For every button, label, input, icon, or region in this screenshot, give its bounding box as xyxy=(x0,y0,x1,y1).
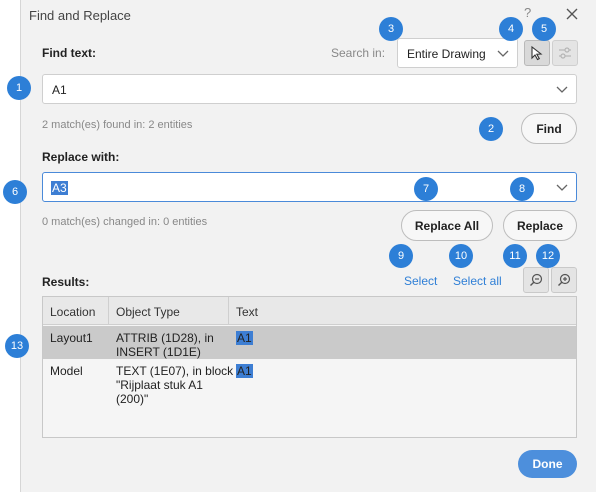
chevron-down-icon xyxy=(497,50,509,57)
cell-location: Layout1 xyxy=(50,331,93,345)
results-label: Results: xyxy=(42,275,90,289)
replace-button[interactable]: Replace xyxy=(503,210,577,241)
callout-marker: 3 xyxy=(379,17,403,41)
callout-marker: 5 xyxy=(532,17,556,41)
settings-sliders-icon xyxy=(559,47,571,59)
table-header: Location Object Type Text xyxy=(43,297,576,325)
callout-marker: 12 xyxy=(536,244,560,268)
callout-marker: 8 xyxy=(510,177,534,201)
replace-with-label: Replace with: xyxy=(42,150,120,164)
callout-marker: 1 xyxy=(7,76,31,100)
find-button[interactable]: Find xyxy=(521,113,577,144)
replace-with-value-wrap: A3 xyxy=(51,181,68,195)
column-divider[interactable] xyxy=(228,297,229,325)
dialog-title: Find and Replace xyxy=(29,8,131,23)
callout-marker: 13 xyxy=(5,334,29,358)
replace-with-input[interactable]: A3 xyxy=(42,172,577,202)
column-header-location[interactable]: Location xyxy=(50,305,95,319)
callout-marker: 9 xyxy=(389,244,413,268)
cell-object-type-line: (200)" xyxy=(116,392,149,406)
zoom-out-button[interactable] xyxy=(523,267,549,293)
zoom-out-icon xyxy=(530,273,543,286)
cell-text: A1 xyxy=(236,364,253,378)
column-divider[interactable] xyxy=(108,297,109,325)
zoom-in-button[interactable] xyxy=(551,267,577,293)
search-in-value: Entire Drawing xyxy=(407,47,486,61)
zoom-in-icon xyxy=(558,273,571,286)
select-link[interactable]: Select xyxy=(404,274,437,288)
replace-with-value: A3 xyxy=(51,181,68,195)
column-header-text[interactable]: Text xyxy=(236,305,258,319)
search-in-dropdown[interactable]: Entire Drawing xyxy=(397,38,518,68)
cell-text: A1 xyxy=(236,331,253,345)
table-row[interactable]: Layout1 ATTRIB (1D28), in INSERT (1D1E) … xyxy=(43,326,576,359)
callout-marker: 6 xyxy=(3,180,27,204)
cell-object-type-line: TEXT (1E07), in block xyxy=(116,364,234,378)
results-table: Location Object Type Text Layout1 ATTRIB… xyxy=(42,296,577,438)
callout-marker: 4 xyxy=(499,17,523,41)
cell-object-type-line: "Rijplaat stuk A1 xyxy=(116,378,203,392)
replace-status: 0 match(es) changed in: 0 entities xyxy=(42,216,208,228)
column-header-object-type[interactable]: Object Type xyxy=(116,305,180,319)
help-button[interactable]: ? xyxy=(524,5,531,20)
find-status: 2 match(es) found in: 2 entities xyxy=(42,119,193,131)
callout-marker: 10 xyxy=(449,244,473,268)
select-objects-button[interactable] xyxy=(524,40,550,66)
cell-object-type-line: ATTRIB (1D28), in xyxy=(116,331,214,345)
callout-marker: 11 xyxy=(503,244,527,268)
find-text-input[interactable]: A1 xyxy=(42,74,577,104)
find-text-label: Find text: xyxy=(42,46,96,60)
cell-location: Model xyxy=(50,364,83,378)
close-icon[interactable] xyxy=(564,6,580,22)
chevron-down-icon[interactable] xyxy=(556,84,568,94)
callout-marker: 2 xyxy=(479,117,503,141)
table-row[interactable]: Model TEXT (1E07), in block "Rijplaat st… xyxy=(43,359,576,407)
find-text-value: A1 xyxy=(52,83,67,97)
select-all-link[interactable]: Select all xyxy=(453,274,502,288)
done-button[interactable]: Done xyxy=(518,450,577,478)
search-in-label: Search in: xyxy=(331,46,386,60)
cell-object-type-line: INSERT (1D1E) xyxy=(116,345,201,359)
callout-marker: 7 xyxy=(414,177,438,201)
replace-all-button[interactable]: Replace All xyxy=(401,210,493,241)
options-button[interactable] xyxy=(552,40,578,66)
cursor-arrow-icon xyxy=(531,45,543,61)
chevron-down-icon[interactable] xyxy=(556,182,568,192)
